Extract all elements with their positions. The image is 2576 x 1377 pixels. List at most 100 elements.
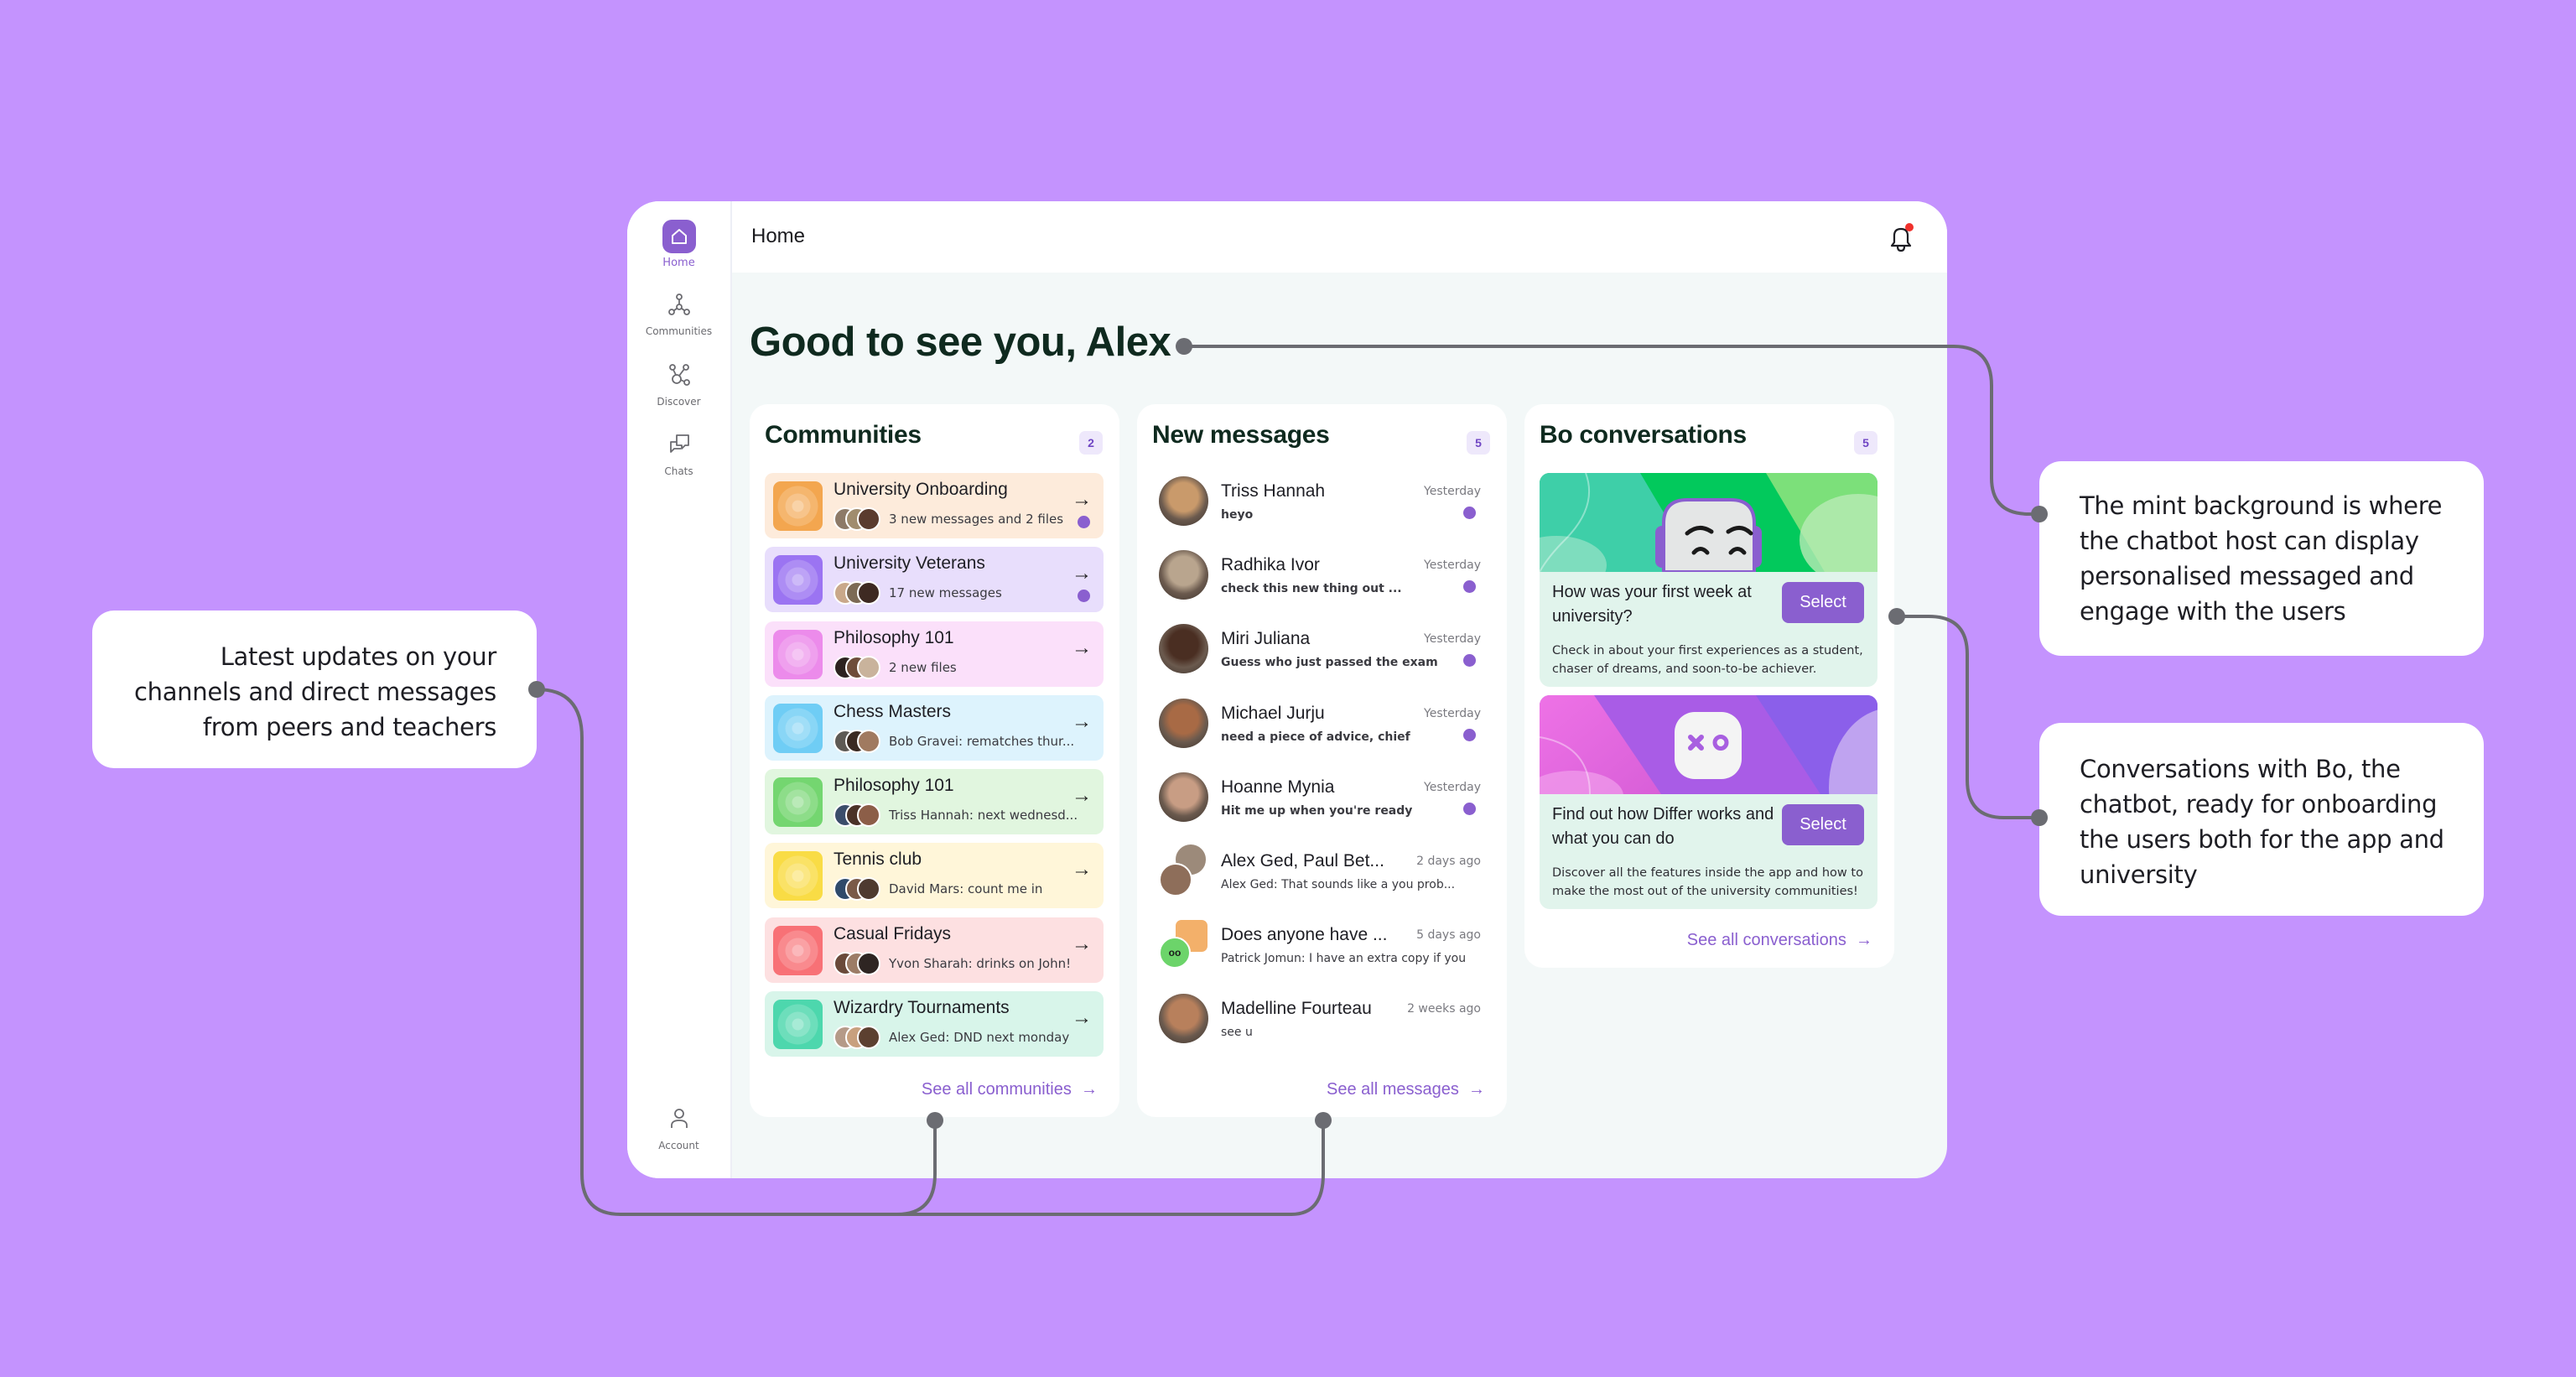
community-name: Chess Masters	[834, 701, 952, 721]
callout-bo-text: Conversations with Bo, the chatbot, read…	[2080, 755, 2444, 889]
bo-card[interactable]: How was your first week at university? S…	[1540, 473, 1877, 687]
xo-logo-icon	[1675, 712, 1742, 779]
message-item[interactable]: Madelline Fourteau see u 2 weeks ago	[1159, 994, 1491, 1068]
sidebar-item-home[interactable]: Home	[627, 220, 730, 269]
community-item[interactable]: University Veterans 17 new messages →	[765, 547, 1104, 613]
arrow-right-icon[interactable]: →	[1072, 858, 1092, 881]
arrow-right-icon[interactable]: →	[1072, 562, 1092, 585]
unread-dot	[1463, 728, 1476, 741]
select-button[interactable]: Select	[1782, 804, 1864, 845]
sidebar-item-communities[interactable]: Communities	[627, 290, 730, 337]
see-all-conversations-link[interactable]: See all conversations →	[1687, 931, 1872, 950]
sender-name: Madelline Fourteau	[1221, 999, 1372, 1019]
community-name: Wizardry Tournaments	[834, 998, 1010, 1018]
arrow-right-icon[interactable]: →	[1072, 637, 1092, 660]
member-avatars	[834, 655, 884, 679]
arrow-right-icon[interactable]: →	[1072, 1006, 1092, 1030]
sender-name: Radhika Ivor	[1221, 555, 1320, 575]
community-item[interactable]: Chess Masters Bob Gravei: rematches thur.…	[765, 694, 1104, 761]
community-subtitle: Triss Hannah: next wednesd...	[889, 808, 1078, 824]
avatar	[1159, 994, 1208, 1044]
community-name: Philosophy 101	[834, 776, 954, 796]
avatar	[1159, 624, 1208, 674]
sender-name: Triss Hannah	[1221, 481, 1326, 501]
messages-panel: New messages 5 Triss Hannah heyo Yesterday…	[1137, 404, 1507, 1117]
page-title: Home	[751, 225, 806, 247]
community-thumbnail	[773, 925, 823, 975]
community-item[interactable]: Tennis club David Mars: count me in →	[765, 843, 1104, 909]
message-time: Yesterday	[1424, 780, 1481, 794]
discover-icon	[668, 364, 690, 386]
message-time: Yesterday	[1424, 706, 1481, 720]
bo-card[interactable]: Find out how Differ works and what you c…	[1540, 695, 1877, 909]
community-name: Casual Fridays	[834, 923, 952, 943]
sidebar-item-label: Account	[658, 1140, 699, 1151]
arrow-right-icon[interactable]: →	[1072, 933, 1092, 956]
avatar	[857, 877, 880, 902]
community-item[interactable]: Philosophy 101 2 new files →	[765, 621, 1104, 687]
select-button[interactable]: Select	[1782, 582, 1864, 623]
sidebar-item-discover[interactable]: Discover	[627, 361, 730, 408]
greeting-heading: Good to see you, Alex	[750, 320, 1171, 365]
arrow-right-icon: →	[1851, 931, 1872, 949]
community-thumbnail	[773, 481, 823, 531]
callout-updates: Latest updates on your channels and dire…	[92, 611, 537, 768]
member-avatars	[834, 1026, 884, 1050]
bot-face-banner	[1540, 473, 1877, 572]
community-item[interactable]: Wizardry Tournaments Alex Ged: DND next m…	[765, 991, 1104, 1057]
message-item[interactable]: Michael Jurju need a piece of advice, chi…	[1159, 698, 1491, 772]
sidebar-item-label: Discover	[657, 396, 701, 408]
account-icon	[670, 1109, 688, 1128]
sender-name: Miri Juliana	[1221, 629, 1311, 649]
message-item[interactable]: Miri Juliana Guess who just passed the ex…	[1159, 624, 1491, 698]
member-avatars	[834, 581, 884, 605]
arrow-right-icon[interactable]: →	[1072, 784, 1092, 808]
sidebar-item-account[interactable]: Account	[627, 1104, 730, 1151]
sidebar-item-label: Chats	[664, 465, 693, 477]
message-preview: Hit me up when you're ready	[1221, 803, 1413, 818]
message-preview: Guess who just passed the exam	[1221, 656, 1438, 670]
bo-title: Bo conversations	[1540, 421, 1747, 449]
sender-name: Alex Ged, Paul Bet...	[1221, 850, 1384, 870]
community-item[interactable]: Philosophy 101 Triss Hannah: next wednesd…	[765, 769, 1104, 835]
communities-list: University Onboarding 3 new messages and …	[765, 473, 1104, 1065]
see-all-communities-label: See all communities	[921, 1080, 1072, 1099]
messages-title: New messages	[1152, 421, 1330, 449]
sidebar-item-chats[interactable]: Chats	[627, 430, 730, 477]
message-item[interactable]: Triss Hannah heyo Yesterday	[1159, 476, 1491, 550]
bell-icon[interactable]	[1885, 221, 1917, 255]
community-name: University Veterans	[834, 553, 985, 574]
message-item[interactable]: oo Does anyone have ... Patrick Jomun: I h…	[1159, 920, 1491, 994]
message-item[interactable]: Radhika Ivor check this new thing out ...…	[1159, 550, 1491, 624]
message-time: Yesterday	[1424, 632, 1481, 647]
see-all-messages-label: See all messages	[1327, 1080, 1459, 1099]
avatar	[857, 581, 880, 605]
community-thumbnail	[773, 555, 823, 605]
unread-dot	[1078, 516, 1090, 528]
avatar	[857, 655, 880, 679]
community-item[interactable]: University Onboarding 3 new messages and …	[765, 473, 1104, 538]
arrow-right-icon[interactable]: →	[1072, 710, 1092, 734]
avatar	[857, 507, 880, 531]
arrow-right-icon[interactable]: →	[1072, 488, 1092, 512]
community-subtitle: Yvon Sharah: drinks on John!	[889, 955, 1072, 971]
message-item[interactable]: Hoanne Mynia Hit me up when you're ready Y…	[1159, 772, 1491, 846]
callout-mint-text: The mint background is where the chatbot…	[2080, 491, 2443, 626]
community-thumbnail	[773, 1000, 823, 1050]
see-all-communities-link[interactable]: See all communities →	[922, 1080, 1098, 1099]
unread-dot	[1463, 580, 1476, 594]
communities-title: Communities	[765, 421, 922, 449]
community-item[interactable]: Casual Fridays Yvon Sharah: drinks on Joh…	[765, 917, 1104, 983]
unread-dot	[1463, 654, 1476, 668]
bot-face-icon	[1655, 498, 1762, 572]
sender-name: Does anyone have ...	[1221, 925, 1388, 945]
bo-card-question: How was your first week at university?	[1552, 583, 1752, 626]
message-item[interactable]: Alex Ged, Paul Bet... Alex Ged: That soun…	[1159, 842, 1491, 920]
callout-mint-background: The mint background is where the chatbot…	[2039, 461, 2484, 656]
avatar	[857, 803, 880, 828]
message-time: 2 weeks ago	[1407, 1002, 1481, 1016]
avatar	[1159, 550, 1208, 600]
message-time: 2 days ago	[1416, 854, 1481, 868]
see-all-messages-link[interactable]: See all messages →	[1327, 1080, 1485, 1099]
callout-bo-conversations: Conversations with Bo, the chatbot, read…	[2039, 723, 2484, 916]
